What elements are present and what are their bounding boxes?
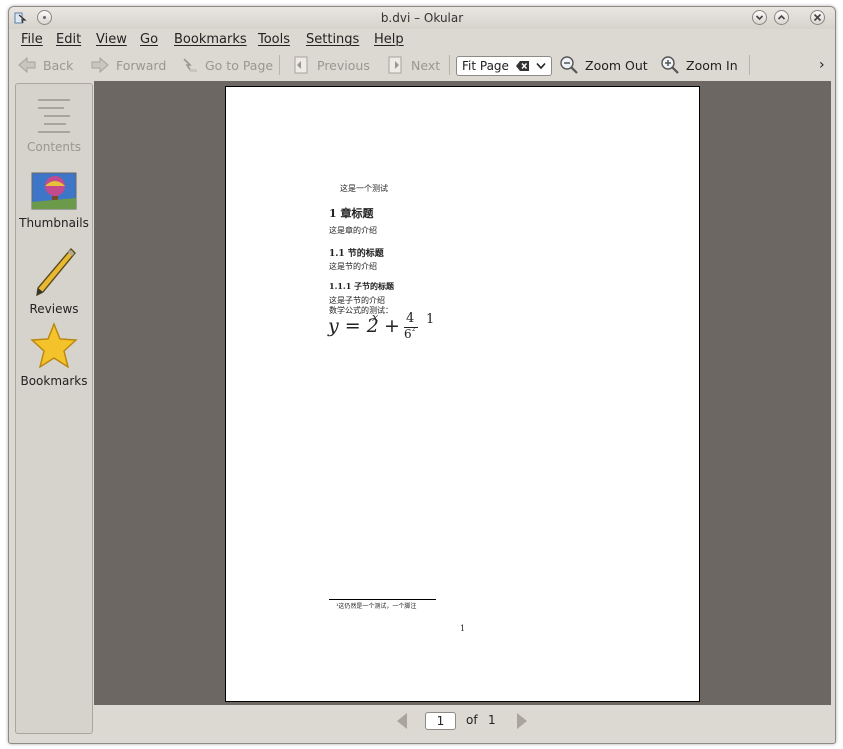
menu-bookmarks[interactable]: Bookmarks xyxy=(174,32,247,47)
zoom-in-label: Zoom In xyxy=(686,57,738,73)
back-arrow-icon xyxy=(18,56,36,74)
menu-go[interactable]: Go xyxy=(140,32,158,47)
go-to-page-button[interactable]: Go to Page xyxy=(181,54,273,76)
menu-tools[interactable]: Tools xyxy=(258,32,290,47)
sidebar-item-reviews[interactable]: Reviews xyxy=(16,246,92,316)
sidebar-item-label: Bookmarks xyxy=(20,374,88,388)
section-intro: 这是章的介绍 xyxy=(329,226,377,235)
formula-denominator-exponent: z xyxy=(412,325,416,333)
toolbar-separator xyxy=(749,55,750,75)
sidebar: Contents Thumbnails Reviews Bookmarks xyxy=(15,83,93,734)
sidebar-item-bookmarks[interactable]: Bookmarks xyxy=(16,322,92,388)
window-title: b.dvi – Okular xyxy=(380,11,464,25)
next-page-icon xyxy=(388,56,402,74)
title-bar[interactable]: b.dvi – Okular xyxy=(9,7,835,29)
previous-page-icon xyxy=(294,56,308,74)
maximize-icon[interactable] xyxy=(774,10,789,25)
forward-arrow-icon xyxy=(91,56,109,74)
section-heading: 1 章标题 xyxy=(329,207,374,220)
page-total: 1 xyxy=(488,713,496,727)
pencil-icon xyxy=(36,247,76,297)
menu-help[interactable]: Help xyxy=(374,32,404,47)
go-to-page-icon xyxy=(183,58,197,72)
clear-text-icon[interactable] xyxy=(516,60,530,72)
subsection-intro: 这是节的介绍 xyxy=(329,262,377,271)
forward-button[interactable]: Forward xyxy=(90,54,166,76)
toolbar-separator xyxy=(449,55,450,75)
menu-settings[interactable]: Settings xyxy=(306,32,359,47)
document-page: 这是一个测试 1 章标题 这是章的介绍 1.1 节的标题 这是节的介绍 1.1.… xyxy=(225,86,700,702)
doc-title-line: 这是一个测试 xyxy=(340,184,388,193)
subsection-heading: 1.1 节的标题 xyxy=(329,249,384,259)
page-of-label: of xyxy=(466,713,478,727)
next-button[interactable]: Next xyxy=(385,54,440,76)
zoom-in-icon xyxy=(661,56,679,74)
menu-edit[interactable]: Edit xyxy=(56,32,81,47)
zoom-in-button[interactable]: Zoom In xyxy=(660,54,738,76)
okular-window: b.dvi – Okular File Edit View Go Bookmar… xyxy=(8,6,836,744)
zoom-out-button[interactable]: Zoom Out xyxy=(559,54,648,76)
sidebar-item-label: Thumbnails xyxy=(19,216,89,230)
formula-plus: + xyxy=(384,315,400,337)
minimize-icon[interactable] xyxy=(752,10,767,25)
main-toolbar: Back Forward Go to Page Previous Next Fi… xyxy=(9,51,835,79)
zoom-out-label: Zoom Out xyxy=(585,57,648,73)
back-button[interactable]: Back xyxy=(17,54,73,76)
toolbar-separator xyxy=(279,55,280,75)
forward-label: Forward xyxy=(116,57,167,73)
formula-footnote-mark: 1 xyxy=(426,312,435,327)
footnote-text: ¹这仍然是一个测试，一个脚注 xyxy=(336,603,417,610)
sidebar-item-label: Reviews xyxy=(29,302,79,316)
menu-file[interactable]: File xyxy=(21,32,43,47)
document-view[interactable]: 这是一个测试 1 章标题 这是章的介绍 1.1 节的标题 这是节的介绍 1.1.… xyxy=(94,81,831,705)
page-number-label: 1 xyxy=(460,624,466,633)
thumbnails-icon xyxy=(31,172,77,210)
menu-view[interactable]: View xyxy=(96,32,127,47)
footnote-rule xyxy=(329,599,436,600)
star-icon xyxy=(30,322,78,369)
contents-icon xyxy=(38,99,70,133)
page-navigation-bar: 1 of 1 xyxy=(94,705,831,741)
menu-bar: File Edit View Go Bookmarks Tools Settin… xyxy=(9,29,835,51)
page-number-input[interactable]: 1 xyxy=(425,712,456,730)
zoom-value: Fit Page xyxy=(462,59,509,73)
subsubsection-heading: 1.1.1 子节的标题 xyxy=(329,281,395,291)
previous-label: Previous xyxy=(317,57,370,73)
sidebar-item-thumbnails[interactable]: Thumbnails xyxy=(16,172,92,230)
formula-denominator: 6 xyxy=(404,327,412,341)
formula-numerator: 4 xyxy=(406,311,415,326)
go-to-page-label: Go to Page xyxy=(205,57,274,73)
chevron-down-icon[interactable] xyxy=(536,62,546,70)
zoom-out-icon xyxy=(560,56,578,74)
next-label: Next xyxy=(411,57,441,73)
formula-exponent: x xyxy=(372,311,379,324)
next-page-arrow-icon[interactable] xyxy=(515,712,529,730)
previous-button[interactable]: Previous xyxy=(291,54,370,76)
zoom-combobox[interactable]: Fit Page xyxy=(456,56,552,76)
sidebar-item-contents[interactable]: Contents xyxy=(16,96,92,154)
sidebar-item-label: Contents xyxy=(27,140,81,154)
close-icon[interactable] xyxy=(810,10,825,25)
previous-page-arrow-icon[interactable] xyxy=(395,712,409,730)
toolbar-overflow-button[interactable]: › xyxy=(819,54,825,76)
back-label: Back xyxy=(43,57,74,73)
